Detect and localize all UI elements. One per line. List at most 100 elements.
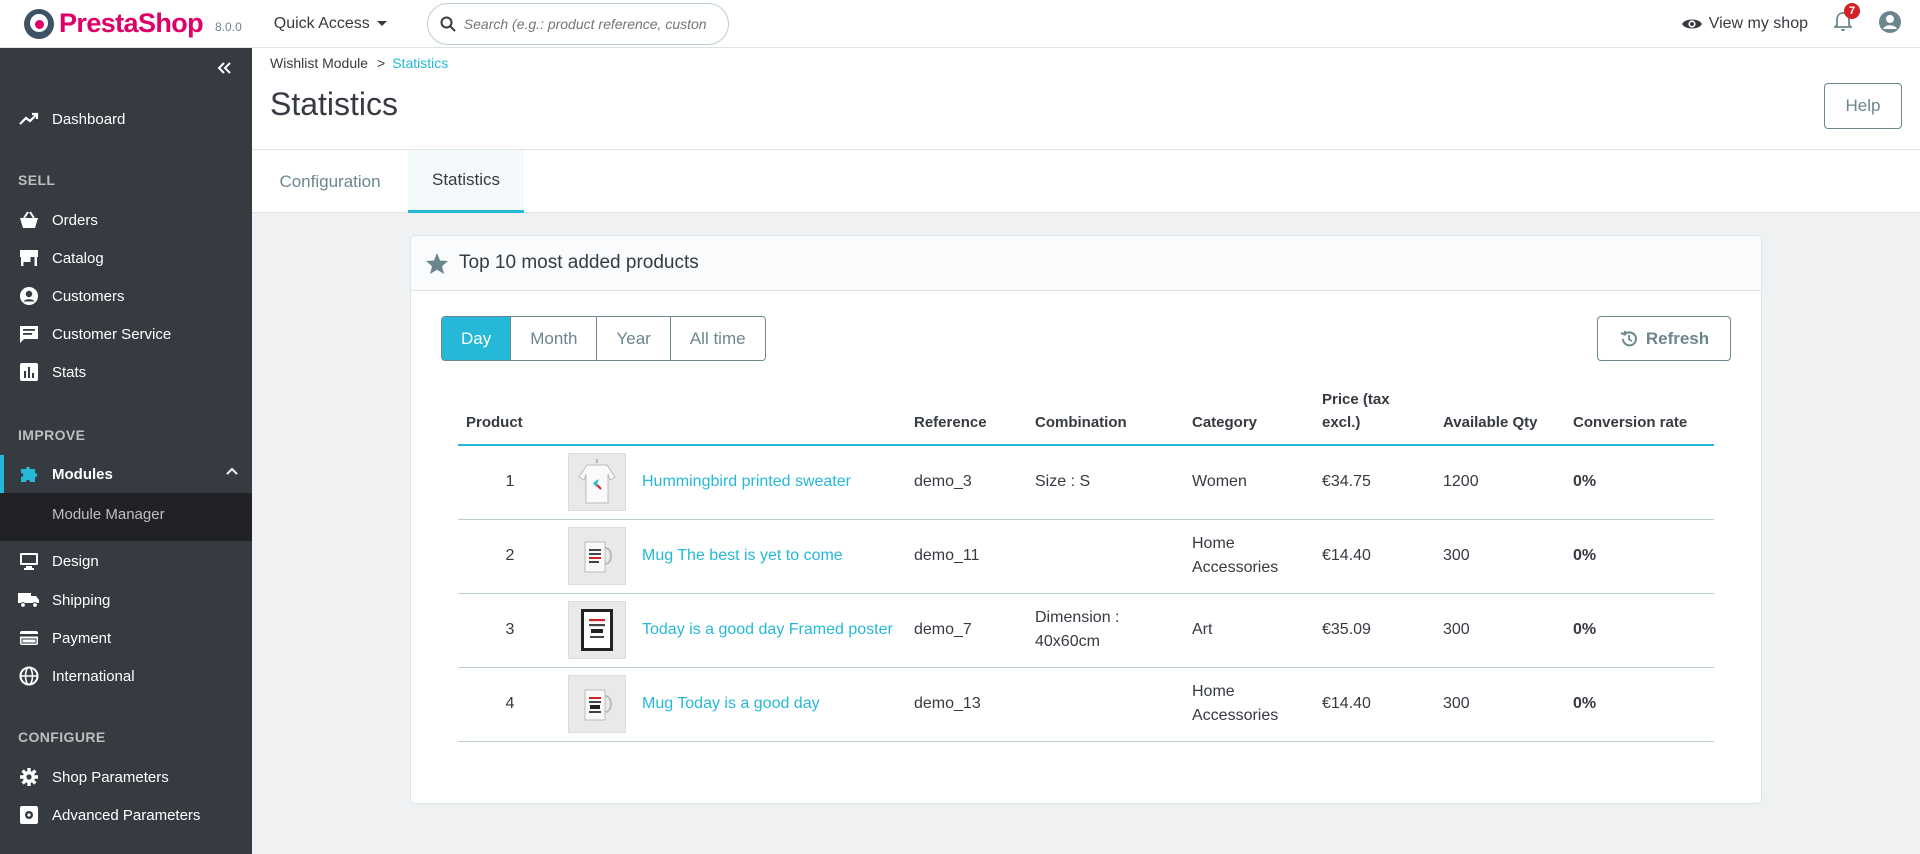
chat-icon: [18, 323, 40, 345]
conversion-cell: 0%: [1565, 667, 1714, 742]
sidebar-item-label: Dashboard: [52, 110, 126, 128]
puffin-logo-icon: [24, 8, 54, 39]
sidebar-item-shop-parameters[interactable]: Shop Parameters: [0, 758, 252, 796]
reference-cell: demo_7: [906, 593, 1027, 668]
sidebar-item-design[interactable]: Design: [0, 542, 252, 580]
search-box[interactable]: [426, 2, 729, 45]
search-input[interactable]: [463, 15, 714, 32]
sidebar-item-advanced-parameters[interactable]: Advanced Parameters: [0, 796, 252, 834]
sidebar-item-international[interactable]: International: [0, 657, 252, 695]
gear-icon: [18, 766, 40, 788]
combination-cell: [1027, 519, 1184, 594]
quick-access-dropdown[interactable]: Quick Access: [274, 15, 387, 33]
category-cell: Women: [1184, 445, 1314, 520]
puzzle-icon: [18, 463, 40, 485]
category-cell: Home Accessories: [1184, 667, 1314, 742]
section-sell: SELL: [18, 172, 56, 188]
refresh-label: Refresh: [1645, 328, 1710, 348]
top-products-table: Product Reference Combination Category P…: [458, 388, 1714, 742]
period-day-button[interactable]: Day: [442, 317, 511, 360]
combination-cell: Size : S: [1027, 445, 1184, 520]
reference-cell: demo_11: [906, 519, 1027, 594]
product-link[interactable]: Mug Today is a good day: [642, 695, 820, 712]
sidebar-subitem-module-manager[interactable]: Module Manager: [52, 506, 165, 523]
sidebar-item-label: Customer Service: [52, 325, 172, 343]
eye-icon: [1681, 19, 1702, 29]
combination-cell: Dimension : 40x60cm: [1027, 593, 1184, 668]
sidebar-item-customer-service[interactable]: Customer Service: [0, 315, 252, 353]
col-available-qty: Available Qty: [1435, 388, 1565, 446]
sidebar-item-label: Orders: [52, 211, 98, 229]
sidebar-item-label: Modules: [52, 465, 113, 483]
settings-box-icon: [18, 804, 40, 826]
sweater-icon: [568, 453, 626, 512]
product-thumbnail[interactable]: [562, 519, 634, 594]
product-thumbnail[interactable]: [562, 593, 634, 668]
col-combination: Combination: [1027, 388, 1184, 446]
sidebar-item-catalog[interactable]: Catalog: [0, 239, 252, 277]
top-header: PrestaShop 8.0.0 Quick Access View my sh…: [0, 0, 1920, 48]
refresh-button[interactable]: Refresh: [1597, 316, 1731, 361]
conversion-cell: 0%: [1565, 519, 1714, 594]
period-all-time-button[interactable]: All time: [669, 317, 765, 360]
sidebar-item-label: Design: [52, 552, 99, 570]
price-cell: €14.40: [1314, 667, 1435, 742]
history-icon: [1620, 330, 1637, 346]
rank-cell: 2: [458, 519, 562, 594]
trending-up-icon: [18, 108, 40, 130]
caret-down-icon: [376, 21, 387, 26]
rank-cell: 1: [458, 445, 562, 520]
breadcrumb-parent[interactable]: Wishlist Module: [270, 55, 368, 71]
mug-icon: [568, 675, 626, 733]
product-link[interactable]: Mug The best is yet to come: [642, 547, 843, 564]
sidebar-item-stats[interactable]: Stats: [0, 353, 252, 391]
product-name-cell: Mug The best is yet to come: [634, 519, 906, 594]
breadcrumb: Wishlist Module > Statistics: [270, 55, 448, 71]
sidebar-item-label: Stats: [52, 363, 87, 381]
table-row: 3 Today is a good day Framed poster demo…: [458, 593, 1714, 668]
product-name-cell: Today is a good day Framed poster: [634, 593, 906, 668]
qty-cell: 300: [1435, 593, 1565, 668]
notifications-button[interactable]: 7: [1832, 3, 1860, 37]
sidebar-item-modules[interactable]: Modules: [0, 455, 252, 493]
sidebar-item-shipping[interactable]: Shipping: [0, 581, 252, 619]
view-my-shop-link[interactable]: View my shop: [1681, 15, 1808, 33]
qty-cell: 300: [1435, 667, 1565, 742]
conversion-cell: 0%: [1565, 593, 1714, 668]
breadcrumb-separator: >: [377, 55, 386, 71]
table-row: 4 Mug Today is a good day demo_13 Home A…: [458, 667, 1714, 742]
help-button[interactable]: Help: [1824, 83, 1902, 129]
product-link[interactable]: Today is a good day Framed poster: [642, 621, 893, 638]
globe-icon: [18, 665, 40, 687]
combination-cell: [1027, 667, 1184, 742]
header-right: View my shop 7: [1681, 0, 1920, 48]
product-thumbnail[interactable]: [562, 445, 634, 520]
poster-icon: [568, 601, 626, 659]
product-link[interactable]: Hummingbird printed sweater: [642, 473, 851, 490]
product-thumbnail[interactable]: [562, 667, 634, 742]
period-year-button[interactable]: Year: [596, 317, 670, 360]
rank-cell: 4: [458, 667, 562, 742]
profile-button[interactable]: [1878, 10, 1902, 39]
tab-configuration[interactable]: Configuration: [252, 150, 408, 213]
sidebar-item-dashboard[interactable]: Dashboard: [0, 100, 252, 138]
category-cell: Home Accessories: [1184, 519, 1314, 594]
breadcrumb-current[interactable]: Statistics: [392, 55, 448, 71]
sidebar-item-payment[interactable]: Payment: [0, 619, 252, 657]
tab-statistics[interactable]: Statistics: [408, 150, 524, 213]
collapse-sidebar-button[interactable]: [216, 61, 232, 80]
product-name-cell: Hummingbird printed sweater: [634, 445, 906, 520]
double-chevron-left-icon: [217, 62, 231, 74]
user-account-icon: [1879, 10, 1901, 33]
period-month-button[interactable]: Month: [510, 317, 597, 360]
prestashop-logo[interactable]: PrestaShop 8.0.0: [24, 8, 242, 39]
table-row: 2 Mug The best is yet to come demo_11 Ho…: [458, 519, 1714, 594]
logo-text: PrestaShop: [59, 8, 204, 38]
sidebar-item-orders[interactable]: Orders: [0, 201, 252, 239]
monitor-icon: [18, 550, 40, 572]
sidebar-item-customers[interactable]: Customers: [0, 277, 252, 315]
table-row: 1 Hummingbird printed sweater demo_3 Siz…: [458, 445, 1714, 520]
section-improve: IMPROVE: [18, 427, 86, 443]
price-cell: €14.40: [1314, 519, 1435, 594]
period-button-group: Day Month Year All time: [441, 316, 766, 361]
